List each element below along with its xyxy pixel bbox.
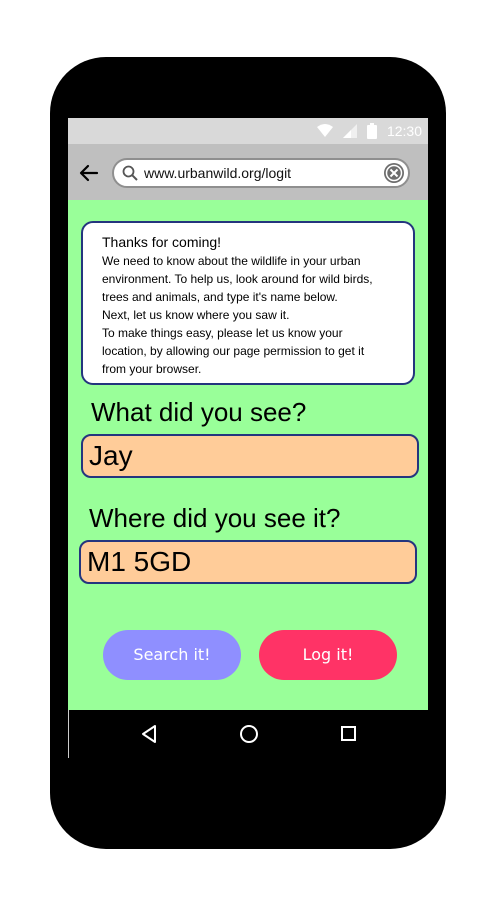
info-line: from your browser. — [102, 362, 202, 376]
url-text: www.urbanwild.org/logit — [144, 165, 292, 181]
battery-icon — [366, 123, 377, 139]
info-line: To make things easy, please let us know … — [102, 326, 343, 340]
back-arrow-icon[interactable] — [78, 162, 100, 184]
info-line: location, by allowing our page permissio… — [102, 344, 365, 358]
recents-square-icon[interactable] — [340, 724, 358, 749]
page-content: Thanks for coming! We need to know about… — [68, 200, 428, 710]
nav-divider — [68, 710, 69, 758]
status-time: 12:30 — [386, 123, 422, 139]
info-line: environment. To help us, look around for… — [102, 272, 373, 286]
info-line: Next, let us know where you saw it. — [102, 308, 290, 322]
signal-icon — [342, 124, 357, 138]
browser-address-bar: www.urbanwild.org/logit — [68, 144, 428, 200]
info-line: trees and animals, and type it's name be… — [102, 290, 338, 304]
info-line: We need to know about the wildlife in yo… — [102, 254, 361, 268]
what-label: What did you see? — [91, 397, 307, 427]
back-triangle-icon[interactable] — [140, 724, 158, 749]
wifi-icon — [316, 124, 333, 138]
log-button[interactable]: Log it! — [259, 630, 397, 680]
status-bar: 12:30 — [68, 118, 428, 144]
navigation-bar — [68, 710, 428, 759]
search-icon — [122, 165, 138, 186]
where-input[interactable]: M1 5GD — [79, 540, 417, 584]
info-title: Thanks for coming! — [102, 234, 222, 250]
home-circle-icon[interactable] — [239, 724, 259, 749]
what-input[interactable]: Jay — [81, 434, 419, 478]
info-box: Thanks for coming! We need to know about… — [81, 221, 415, 385]
clear-icon[interactable] — [383, 162, 405, 189]
phone-screen: 12:30 www.urbanwild.org/logit Thanks for… — [68, 118, 428, 759]
search-button[interactable]: Search it! — [103, 630, 241, 680]
where-label: Where did you see it? — [89, 503, 341, 533]
url-field[interactable]: www.urbanwild.org/logit — [112, 158, 410, 188]
